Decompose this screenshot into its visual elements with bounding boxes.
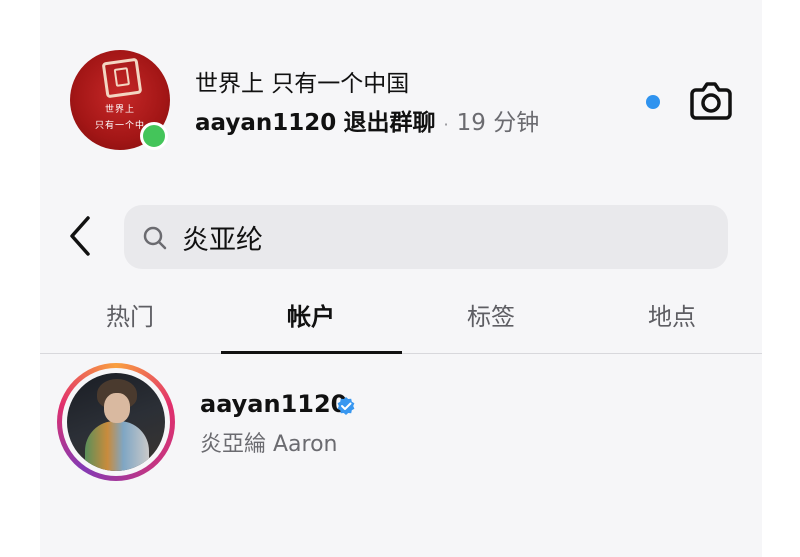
search-input[interactable] [182,217,702,257]
story-ring[interactable] [57,363,175,481]
chat-title: 世界上 只有一个中国 [195,71,410,97]
seal-logo [101,57,143,99]
verified-badge-icon [337,397,355,415]
chat-last-message: aayan1120 退出群聊 · 19 分钟 [195,103,539,137]
result-username: aayan1120 [200,390,348,418]
account-result-row[interactable]: aayan1120 炎亞綸 Aaron [40,356,762,481]
last-message-action: 退出群聊 [343,110,436,136]
tab-top[interactable]: 热门 [40,297,220,337]
result-full-name: 炎亞綸 Aaron [200,432,338,457]
avatar [67,373,165,471]
search-tabs: 热门 帐户 标签 地点 [40,285,762,355]
search-icon [143,226,167,250]
back-button[interactable] [64,212,96,260]
tab-places[interactable]: 地点 [582,297,762,337]
search-bar[interactable] [124,205,728,269]
camera-button[interactable] [688,80,734,122]
active-tab-indicator [221,351,402,354]
unread-indicator [646,95,660,109]
camera-icon [690,82,732,120]
avatar-text-line1: 世界上 [104,105,135,115]
message-time: 19 分钟 [456,110,540,136]
online-status-dot [140,122,168,150]
tab-tags[interactable]: 标签 [401,297,581,337]
chat-thread-row[interactable]: 世界上 只有一个中 世界上 只有一个中国 aayan1120 退出群聊 · 19 分… [0,0,800,170]
separator-dot: · [443,115,449,134]
tab-accounts[interactable]: 帐户 [221,297,401,337]
last-message-sender: aayan1120 [195,110,337,136]
chevron-left-icon [70,216,90,256]
